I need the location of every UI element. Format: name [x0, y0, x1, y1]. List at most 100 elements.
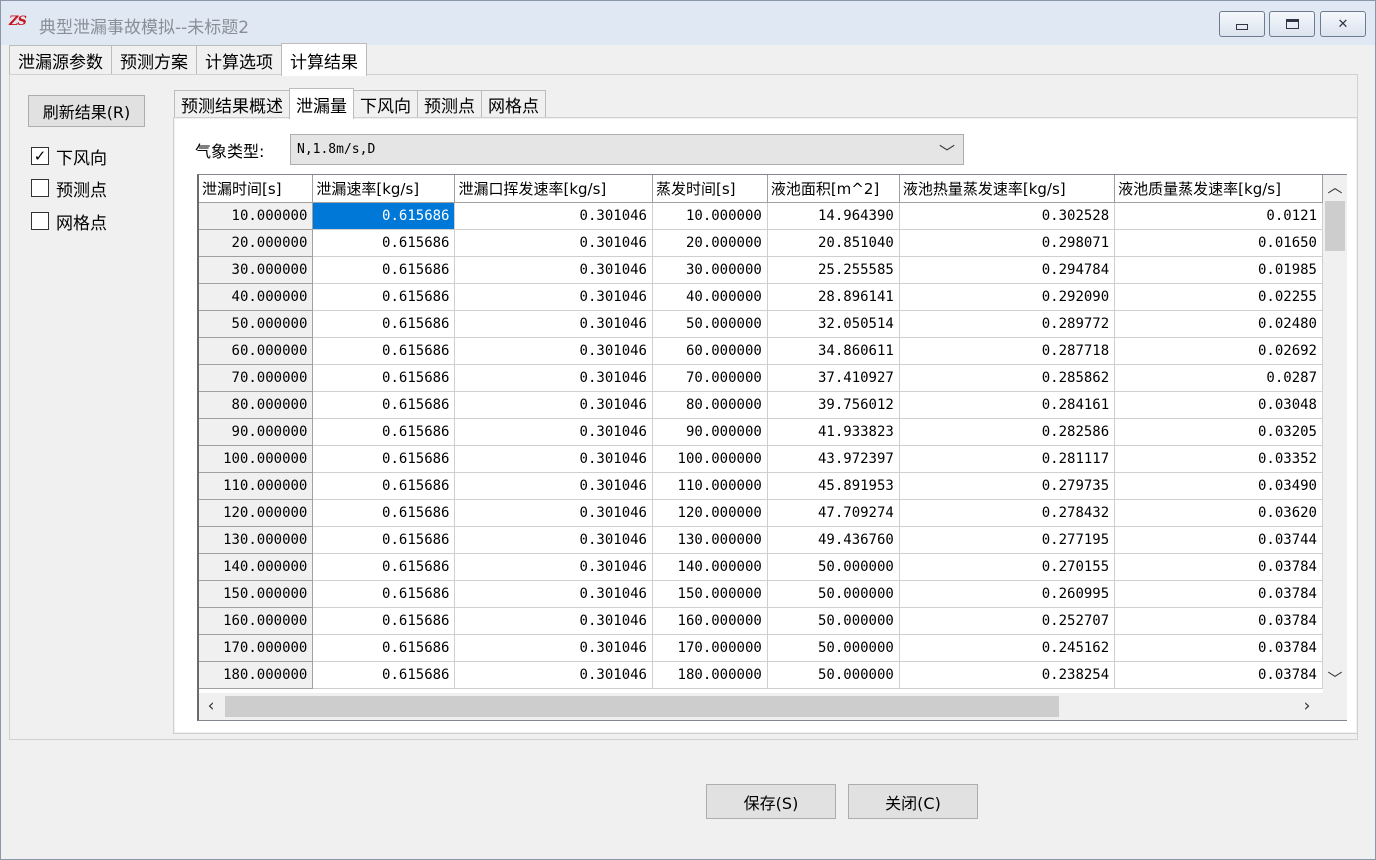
refresh-results-button[interactable]: 刷新结果(R) — [28, 95, 145, 127]
grid-cell[interactable]: 0.03352 — [1114, 445, 1323, 473]
row-header-cell[interactable]: 80.000000 — [199, 391, 314, 419]
minimize-button[interactable] — [1219, 11, 1265, 37]
grid-cell[interactable]: 0.301046 — [454, 256, 653, 284]
row-header-cell[interactable]: 120.000000 — [199, 499, 314, 527]
grid-cell[interactable]: 0.301046 — [454, 661, 653, 689]
grid-cell[interactable]: 110.000000 — [652, 472, 768, 500]
grid-cell[interactable]: 0.615686 — [312, 283, 456, 311]
grid-cell[interactable]: 0.02692 — [1114, 337, 1323, 365]
grid-cell[interactable]: 0.260995 — [899, 580, 1116, 608]
row-header-cell[interactable]: 170.000000 — [199, 634, 314, 662]
grid-cell[interactable]: 0.301046 — [454, 553, 653, 581]
scroll-left-icon[interactable]: ‹ — [199, 693, 223, 720]
grid-cell[interactable]: 47.709274 — [767, 499, 900, 527]
grid-cell[interactable]: 0.301046 — [454, 229, 653, 257]
save-button[interactable]: 保存(S) — [706, 784, 836, 819]
grid-cell[interactable]: 0.615686 — [312, 445, 456, 473]
grid-cell[interactable]: 0.301046 — [454, 634, 653, 662]
grid-cell[interactable]: 0.615686 — [312, 229, 456, 257]
grid-cell[interactable]: 0.301046 — [454, 499, 653, 527]
grid-cell[interactable]: 0.301046 — [454, 364, 653, 392]
tab-calc-options[interactable]: 计算选项 — [196, 45, 282, 75]
grid-cell[interactable]: 0.615686 — [312, 661, 456, 689]
grid-cell[interactable]: 0.278432 — [899, 499, 1116, 527]
grid-cell[interactable]: 0.03784 — [1114, 661, 1323, 689]
grid-cell[interactable]: 0.615686 — [312, 634, 456, 662]
grid-cell[interactable]: 25.255585 — [767, 256, 900, 284]
maximize-button[interactable] — [1269, 11, 1315, 37]
grid-cell[interactable]: 0.289772 — [899, 310, 1116, 338]
grid-cell[interactable]: 0.615686 — [312, 310, 456, 338]
row-header-cell[interactable]: 70.000000 — [199, 364, 314, 392]
grid-cell[interactable]: 160.000000 — [652, 607, 768, 635]
grid-cell[interactable]: 0.615686 — [312, 337, 456, 365]
grid-cell[interactable]: 0.615686 — [312, 499, 456, 527]
grid-cell[interactable]: 41.933823 — [767, 418, 900, 446]
grid-cell[interactable]: 0.02255 — [1114, 283, 1323, 311]
grid-cell[interactable]: 0.282586 — [899, 418, 1116, 446]
grid-cell[interactable]: 28.896141 — [767, 283, 900, 311]
grid-cell[interactable]: 150.000000 — [652, 580, 768, 608]
grid-cell[interactable]: 0.301046 — [454, 337, 653, 365]
results-grid[interactable]: 泄漏时间[s] 泄漏速率[kg/s] 泄漏口挥发速率[kg/s] 蒸发时间[s] 液池面… — [197, 174, 1347, 721]
scroll-down-icon[interactable]: ﹀ — [1323, 667, 1347, 691]
tab-grid-points[interactable]: 网格点 — [481, 90, 546, 118]
grid-column-header[interactable]: 泄漏口挥发速率[kg/s] — [454, 175, 653, 203]
grid-cell[interactable]: 0.0287 — [1114, 364, 1323, 392]
row-header-cell[interactable]: 110.000000 — [199, 472, 314, 500]
checkbox-grid-points-box[interactable] — [31, 212, 49, 230]
grid-cell[interactable]: 0.252707 — [899, 607, 1116, 635]
grid-cell[interactable]: 90.000000 — [652, 418, 768, 446]
weather-type-select[interactable]: N,1.8m/s,D ﹀ — [290, 134, 964, 165]
grid-cell[interactable]: 50.000000 — [767, 580, 900, 608]
tab-leak-source-params[interactable]: 泄漏源参数 — [9, 45, 112, 75]
grid-cell[interactable]: 50.000000 — [767, 607, 900, 635]
row-header-cell[interactable]: 40.000000 — [199, 283, 314, 311]
grid-cell[interactable]: 39.756012 — [767, 391, 900, 419]
grid-cell[interactable]: 0.01985 — [1114, 256, 1323, 284]
scroll-up-icon[interactable]: ︿ — [1323, 175, 1347, 199]
grid-cell[interactable]: 50.000000 — [767, 661, 900, 689]
grid-cell[interactable]: 0.615686 — [312, 472, 456, 500]
row-header-cell[interactable]: 50.000000 — [199, 310, 314, 338]
row-header-cell[interactable]: 10.000000 — [199, 202, 314, 230]
grid-cell[interactable]: 0.03048 — [1114, 391, 1323, 419]
grid-column-header[interactable]: 液池热量蒸发速率[kg/s] — [899, 175, 1116, 203]
grid-cell[interactable]: 0.03205 — [1114, 418, 1323, 446]
grid-cell[interactable]: 180.000000 — [652, 661, 768, 689]
grid-cell[interactable]: 0.301046 — [454, 445, 653, 473]
grid-cell[interactable]: 0.615686 — [312, 607, 456, 635]
grid-cell[interactable]: 0.03784 — [1114, 607, 1323, 635]
grid-column-header[interactable]: 液池面积[m^2] — [767, 175, 900, 203]
grid-cell[interactable]: 120.000000 — [652, 499, 768, 527]
grid-cell[interactable]: 0.302528 — [899, 202, 1116, 230]
grid-cell[interactable]: 34.860611 — [767, 337, 900, 365]
grid-cell[interactable]: 0.284161 — [899, 391, 1116, 419]
grid-cell[interactable]: 0.615686 — [312, 418, 456, 446]
grid-cell[interactable]: 50.000000 — [767, 634, 900, 662]
grid-cell[interactable]: 170.000000 — [652, 634, 768, 662]
grid-cell[interactable]: 0.615686 — [312, 391, 456, 419]
tab-prediction-plan[interactable]: 预测方案 — [111, 45, 197, 75]
grid-cell[interactable]: 0.01650 — [1114, 229, 1323, 257]
row-header-cell[interactable]: 90.000000 — [199, 418, 314, 446]
grid-cell[interactable]: 0.238254 — [899, 661, 1116, 689]
tab-prediction-points[interactable]: 预测点 — [417, 90, 482, 118]
grid-column-header[interactable]: 泄漏时间[s] — [199, 175, 314, 203]
close-button[interactable]: 关闭(C) — [848, 784, 978, 819]
grid-cell[interactable]: 0.285862 — [899, 364, 1116, 392]
horizontal-scrollbar[interactable]: ‹ › — [199, 693, 1347, 720]
row-header-cell[interactable]: 30.000000 — [199, 256, 314, 284]
grid-cell[interactable]: 0.03784 — [1114, 580, 1323, 608]
row-header-cell[interactable]: 130.000000 — [199, 526, 314, 554]
grid-cell[interactable]: 40.000000 — [652, 283, 768, 311]
grid-cell[interactable]: 80.000000 — [652, 391, 768, 419]
grid-cell[interactable]: 0.615686 — [312, 202, 456, 230]
grid-cell[interactable]: 0.301046 — [454, 391, 653, 419]
grid-cell[interactable]: 20.851040 — [767, 229, 900, 257]
grid-cell[interactable]: 50.000000 — [652, 310, 768, 338]
row-header-cell[interactable]: 150.000000 — [199, 580, 314, 608]
grid-cell[interactable]: 10.000000 — [652, 202, 768, 230]
grid-cell[interactable]: 140.000000 — [652, 553, 768, 581]
grid-cell[interactable]: 45.891953 — [767, 472, 900, 500]
